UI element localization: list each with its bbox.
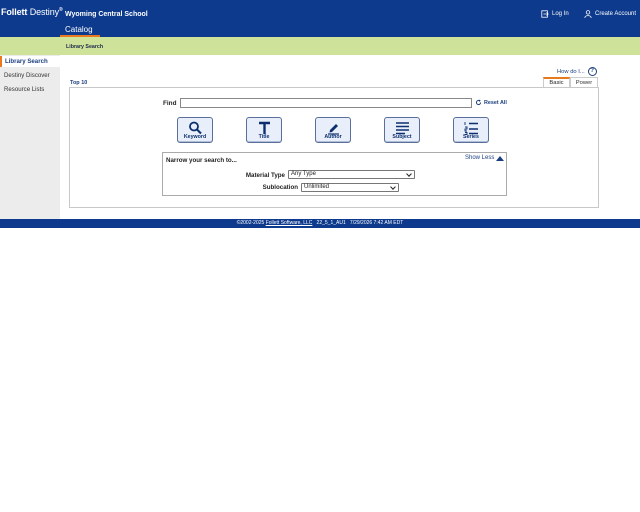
tab-catalog[interactable]: Catalog bbox=[60, 24, 100, 37]
footer-timestamp: 7/29/2026 7:42 AM EDT bbox=[349, 220, 404, 226]
numbered-list-icon bbox=[464, 122, 478, 135]
create-account-label: Create Account bbox=[595, 11, 637, 17]
brand-mark: ® bbox=[59, 7, 63, 13]
chevron-down-icon bbox=[390, 184, 396, 190]
create-account-link[interactable]: Create Account bbox=[584, 10, 636, 18]
lines-icon bbox=[396, 122, 409, 135]
material-type-select[interactable]: Any Type bbox=[288, 170, 415, 179]
user-icon bbox=[584, 10, 592, 18]
help-icon[interactable]: ? bbox=[587, 67, 597, 76]
reset-all-link[interactable]: Reset All bbox=[475, 99, 507, 106]
title-search-label: Title bbox=[258, 134, 270, 140]
narrow-search-title: Narrow your search to... bbox=[166, 157, 237, 164]
sidebar-item-destiny-discover[interactable]: Destiny Discover bbox=[0, 70, 60, 81]
collapse-arrow-icon bbox=[496, 155, 505, 161]
reset-all-label: Reset All bbox=[484, 99, 507, 106]
footer-version: 22_5_1_AU1 bbox=[316, 220, 346, 226]
find-label: Find bbox=[163, 100, 177, 107]
sidebar-item-resource-lists[interactable]: Resource Lists bbox=[0, 84, 60, 95]
show-less-label: Show Less bbox=[465, 155, 495, 161]
title-t-icon bbox=[259, 121, 270, 134]
sublocation-select[interactable]: Unlimited bbox=[301, 183, 399, 192]
series-search-button[interactable]: Series bbox=[453, 117, 489, 143]
brand-destiny: Destiny bbox=[29, 7, 60, 17]
school-name: Wyoming Central School bbox=[65, 11, 148, 18]
subject-search-button[interactable]: Subject bbox=[384, 117, 420, 143]
tab-power[interactable]: Power bbox=[570, 77, 598, 87]
footer: ©2002-2025 Follett Software, LLC 22_5_1_… bbox=[0, 219, 640, 228]
login-label: Log In bbox=[552, 11, 569, 17]
find-input[interactable] bbox=[180, 98, 472, 108]
footer-company-link[interactable]: Follett Software, LLC bbox=[266, 220, 313, 226]
sub-header: Library Search bbox=[0, 37, 640, 55]
top-header: Follett Destiny® Wyoming Central School … bbox=[0, 0, 640, 37]
material-type-label: Material Type bbox=[245, 172, 285, 179]
login-icon bbox=[541, 10, 549, 18]
material-type-value: Any Type bbox=[291, 171, 316, 177]
brand-follett: Follett bbox=[1, 7, 28, 17]
tab-basic[interactable]: Basic bbox=[543, 77, 570, 87]
how-do-i-link[interactable]: How do I... ? bbox=[557, 67, 597, 76]
author-search-label: Author bbox=[324, 134, 342, 140]
chevron-down-icon bbox=[406, 171, 412, 177]
sidebar-item-library-search[interactable]: Library Search bbox=[0, 56, 60, 67]
sidebar: Library Search Destiny Discover Resource… bbox=[0, 55, 60, 219]
refresh-icon bbox=[475, 99, 482, 106]
follett-destiny-logo[interactable]: Follett Destiny® bbox=[1, 7, 63, 17]
login-link[interactable]: Log In bbox=[541, 10, 569, 18]
keyword-search-label: Keyword bbox=[183, 134, 207, 140]
keyword-search-button[interactable]: Keyword bbox=[177, 117, 213, 143]
show-less-link[interactable]: Show Less bbox=[465, 155, 505, 161]
author-search-button[interactable]: Author bbox=[315, 117, 351, 143]
top-10-link[interactable]: Top 10 bbox=[70, 80, 87, 86]
destiny-app: Follett Destiny® Wyoming Central School … bbox=[0, 0, 640, 512]
series-search-label: Series bbox=[463, 134, 479, 140]
title-search-button[interactable]: Title bbox=[246, 117, 282, 143]
sublocation-value: Unlimited bbox=[304, 184, 330, 190]
sublocation-label: Sublocation bbox=[262, 184, 298, 191]
breadcrumb: Library Search bbox=[66, 44, 104, 50]
subject-search-label: Subject bbox=[392, 134, 412, 140]
magnifier-icon bbox=[189, 121, 202, 135]
how-do-i-label: How do I... bbox=[557, 68, 585, 75]
footer-copyright: ©2002-2025 bbox=[236, 220, 265, 226]
pen-icon bbox=[328, 124, 339, 135]
